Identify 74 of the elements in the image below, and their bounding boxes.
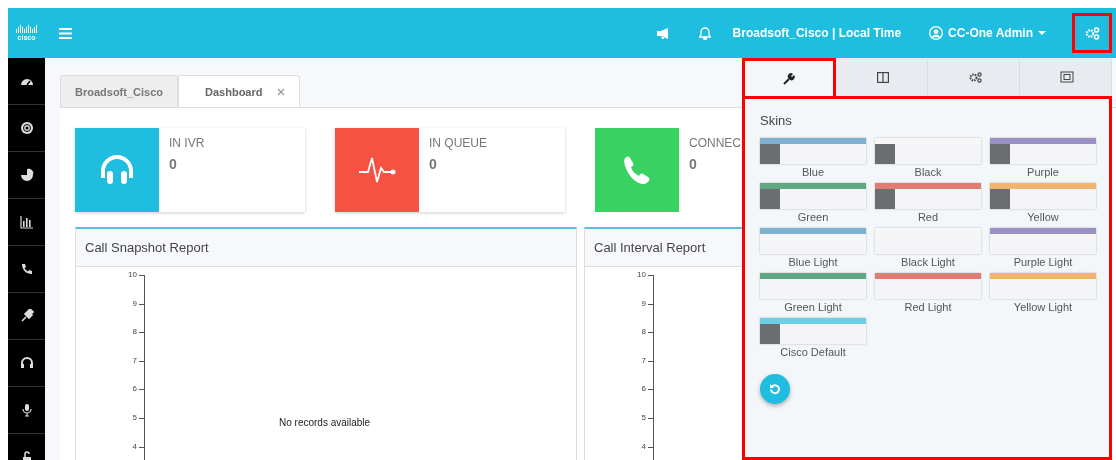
skin-name: Purple — [1027, 166, 1059, 178]
skin-swatch[interactable] — [875, 273, 981, 299]
stat-value: 0 — [429, 156, 438, 172]
stat-value: 0 — [169, 156, 178, 172]
panel-title: Skins — [760, 113, 793, 128]
axis-tick-label: 5 — [641, 413, 646, 422]
axis-tick-label: 6 — [641, 385, 646, 394]
report-title: Call Snapshot Report — [85, 240, 209, 255]
gears-icon — [968, 71, 982, 83]
skin-swatch[interactable] — [760, 318, 866, 344]
skin-swatch[interactable] — [760, 228, 866, 254]
pie-icon[interactable] — [19, 168, 34, 182]
headset-icon[interactable] — [19, 356, 34, 370]
stat-label: CONNEC — [689, 136, 741, 150]
skin-swatch[interactable] — [990, 228, 1096, 254]
settings-icon — [1084, 26, 1100, 40]
stat-value: 0 — [689, 156, 698, 172]
skin-name: Black Light — [901, 256, 955, 268]
skin-swatch[interactable] — [990, 183, 1096, 209]
skin-name: Yellow — [1027, 211, 1059, 223]
axis-tick-label: 7 — [641, 356, 646, 365]
skin-swatch[interactable] — [875, 183, 981, 209]
plug-icon[interactable] — [19, 309, 34, 323]
stat-label: IN IVR — [169, 136, 205, 150]
page-tab[interactable]: Broadsoft_Cisco — [60, 75, 179, 107]
phone-icon[interactable] — [19, 262, 34, 276]
axis-tick-label: 7 — [132, 356, 137, 365]
heartbeat-icon — [358, 156, 396, 184]
close-icon[interactable] — [276, 87, 285, 96]
skin-name: Purple Light — [1013, 256, 1073, 268]
axis-tick-label: 5 — [132, 413, 137, 422]
target-icon[interactable] — [19, 121, 34, 135]
logo-bars-icon — [15, 25, 38, 33]
caret-icon — [1038, 30, 1046, 36]
user-avatar-icon — [929, 26, 944, 40]
skin-name: Black — [914, 166, 942, 178]
skin-name: Cisco Default — [780, 346, 846, 358]
axis-tick-label: 6 — [132, 385, 137, 394]
report-title: Call Interval Report — [594, 240, 706, 255]
skin-swatch[interactable] — [990, 138, 1096, 164]
wrench-icon — [783, 72, 795, 85]
axis-tick-label: 8 — [132, 328, 137, 337]
skin-name: Blue — [802, 166, 824, 178]
bars-icon[interactable] — [19, 215, 34, 229]
axis-tick-label: 10 — [637, 271, 646, 279]
user-menu[interactable]: CC-One Admin — [929, 26, 1046, 40]
frame-icon — [1060, 71, 1074, 83]
skin-swatch[interactable] — [760, 183, 866, 209]
skin-name: Yellow Light — [1013, 301, 1073, 313]
mic-icon[interactable] — [19, 403, 34, 417]
skin-name: Red — [917, 211, 939, 223]
skin-swatch[interactable] — [760, 138, 866, 164]
location-time-text[interactable]: Broadsoft_Cisco | Local Time — [732, 26, 902, 40]
settings-tab[interactable] — [742, 58, 836, 96]
skin-name: Blue Light — [788, 256, 838, 268]
skin-swatch[interactable] — [875, 138, 981, 164]
axis-tick-label: 4 — [641, 442, 646, 451]
stat-label: IN QUEUE — [429, 136, 487, 150]
axis-tick-label: 10 — [128, 271, 137, 279]
headphones-icon — [99, 154, 135, 186]
page-tab[interactable]: Dashboard — [178, 75, 300, 107]
skin-name: Green Light — [784, 301, 842, 313]
skin-name: Green — [797, 211, 829, 223]
empty-message: No records available — [279, 417, 371, 428]
skin-name: Red Light — [904, 301, 952, 313]
skin-swatch[interactable] — [990, 273, 1096, 299]
columns-icon — [877, 71, 889, 83]
axis-tick-label: 8 — [641, 328, 646, 337]
reset-icon — [769, 383, 781, 395]
skin-swatch[interactable] — [760, 273, 866, 299]
axis-tick-label: 9 — [641, 299, 646, 308]
axis-tick-label: 4 — [132, 442, 137, 451]
axis-tick-label: 9 — [132, 299, 137, 308]
settings-button[interactable] — [1072, 13, 1112, 53]
